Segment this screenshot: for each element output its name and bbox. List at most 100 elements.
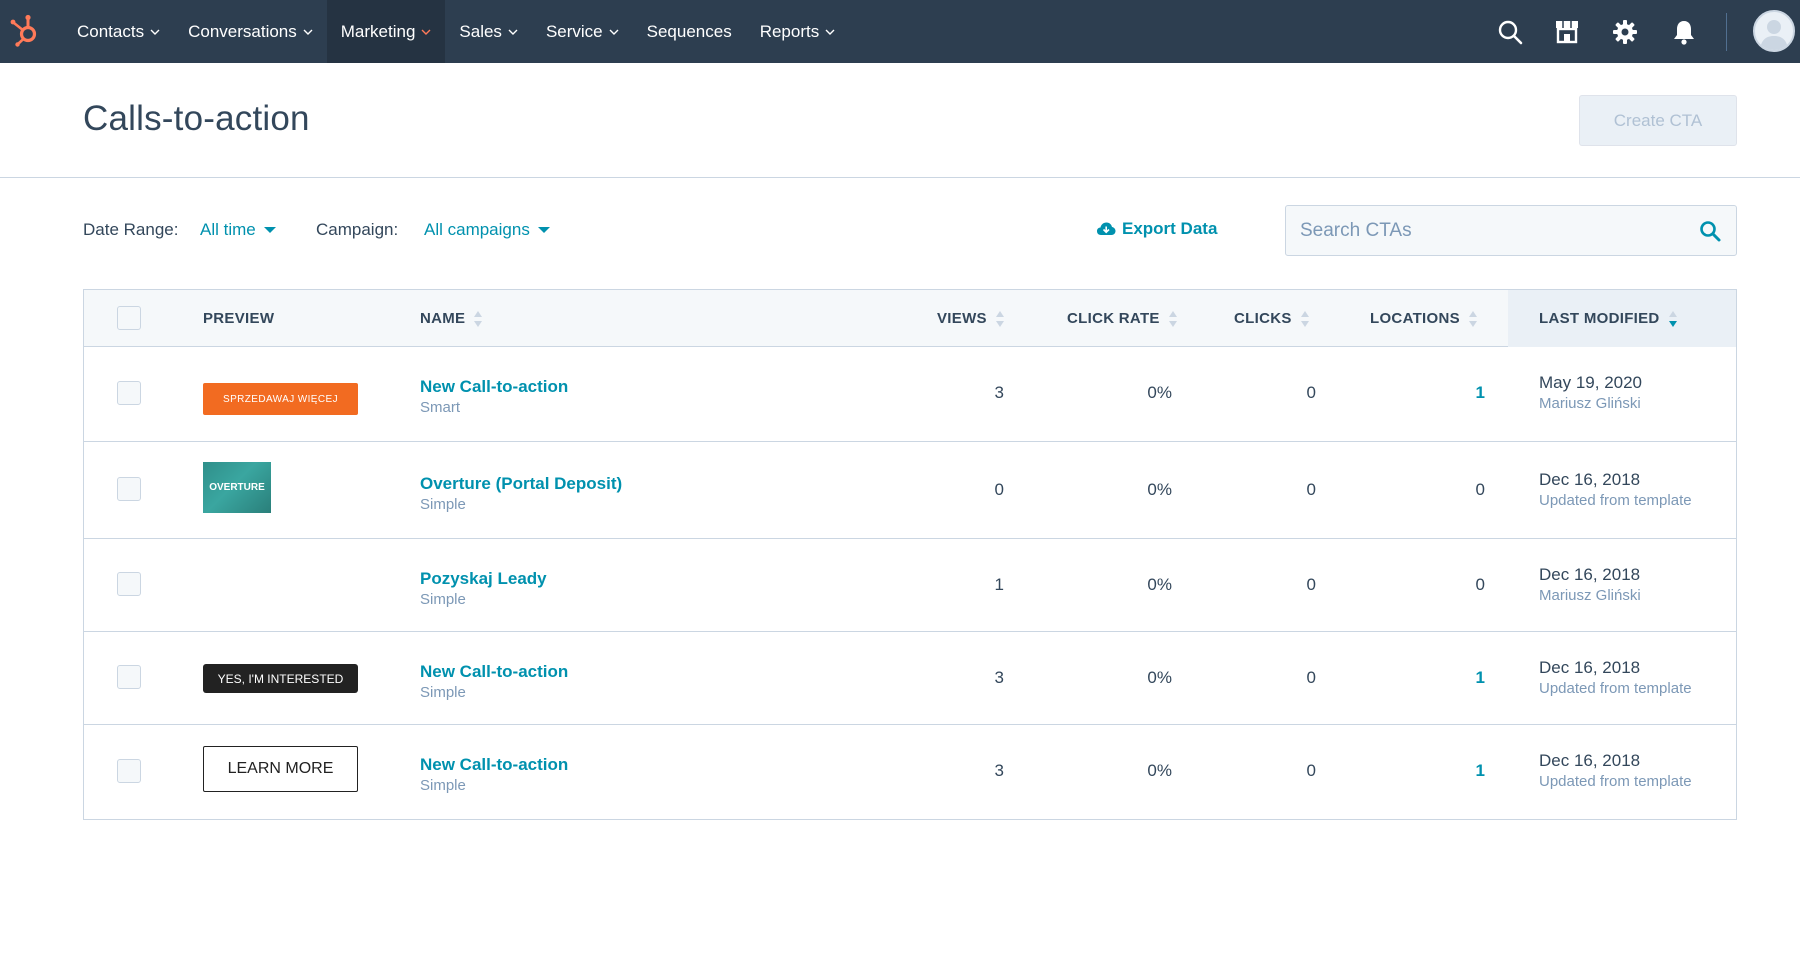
nav-item-label: Conversations <box>188 21 297 41</box>
cta-type: Smart <box>420 399 461 416</box>
modified-by: Mariusz Gliński <box>1539 395 1641 412</box>
locations-link[interactable]: 1 <box>1374 383 1485 403</box>
user-avatar[interactable] <box>1753 10 1795 52</box>
locations-link[interactable]: 1 <box>1374 668 1485 688</box>
nav-divider <box>1726 13 1727 51</box>
cta-preview-text: OVERTURE <box>209 482 265 493</box>
column-label: CLICKS <box>1234 310 1292 327</box>
column-label: VIEWS <box>937 310 987 327</box>
modified-date: May 19, 2020 <box>1539 373 1643 392</box>
clicks-value: 0 <box>1306 668 1316 687</box>
row-checkbox[interactable] <box>117 572 141 596</box>
row-checkbox[interactable] <box>117 381 141 405</box>
sort-icon <box>1468 310 1478 328</box>
cta-type: Simple <box>420 777 466 794</box>
column-header-name[interactable]: NAME <box>420 290 483 347</box>
cta-type: Simple <box>420 591 466 608</box>
create-cta-button[interactable]: Create CTA <box>1579 95 1737 146</box>
search-icon[interactable] <box>1496 18 1524 46</box>
cta-name-cell: New Call-to-action Smart <box>420 377 568 416</box>
sort-icon <box>1300 310 1310 328</box>
caret-down-icon <box>537 227 550 233</box>
nav-item-label: Sales <box>459 21 502 41</box>
modified-by: Updated from template <box>1539 680 1692 697</box>
caret-down-icon <box>263 227 276 233</box>
modified-by: Mariusz Gliński <box>1539 587 1641 604</box>
campaign-label: Campaign: <box>316 220 399 239</box>
column-header-click-rate[interactable]: CLICK RATE <box>1067 290 1178 347</box>
cta-name-link[interactable]: New Call-to-action <box>420 755 568 775</box>
table-row: SPRZEDAWAJ WIĘCEJ New Call-to-action Sma… <box>84 347 1736 442</box>
click-rate-value: 0% <box>1147 383 1172 402</box>
chevron-down-icon <box>421 27 431 37</box>
cta-preview-image[interactable]: OVERTURE <box>203 462 271 513</box>
column-header-views[interactable]: VIEWS <box>937 290 1005 347</box>
cta-preview[interactable]: SPRZEDAWAJ WIĘCEJ <box>203 383 358 415</box>
nav-item-conversations[interactable]: Conversations <box>174 0 327 63</box>
cloud-download-icon <box>1097 222 1116 235</box>
cta-name-link[interactable]: New Call-to-action <box>420 377 568 397</box>
nav-item-label: Contacts <box>77 21 145 41</box>
date-range-dropdown[interactable]: All time <box>200 220 276 240</box>
chevron-down-icon <box>508 27 518 37</box>
modified-date: Dec 16, 2018 <box>1539 751 1641 770</box>
nav-item-contacts[interactable]: Contacts <box>63 0 174 63</box>
last-modified-cell: Dec 16, 2018 Mariusz Gliński <box>1539 565 1641 604</box>
date-range-label: Date Range: <box>83 220 179 239</box>
column-header-locations[interactable]: LOCATIONS <box>1370 290 1478 347</box>
sort-icon <box>995 310 1005 328</box>
cta-name-link[interactable]: Overture (Portal Deposit) <box>420 474 622 494</box>
modified-by: Updated from template <box>1539 492 1692 509</box>
views-value: 1 <box>994 575 1004 594</box>
cta-name-cell: Pozyskaj Leady Simple <box>420 569 547 608</box>
nav-item-label: Sequences <box>646 21 732 41</box>
cta-name-link[interactable]: Pozyskaj Leady <box>420 569 547 589</box>
nav-item-service[interactable]: Service <box>532 0 633 63</box>
hubspot-logo-icon[interactable] <box>6 10 46 50</box>
main-menu: Contacts Conversations Marketing Sales Servi… <box>63 0 849 63</box>
nav-item-sales[interactable]: Sales <box>445 0 532 63</box>
search-input[interactable] <box>1286 206 1686 255</box>
clicks-value: 0 <box>1306 761 1316 780</box>
cta-table: PREVIEW NAME VIEWS CLICK RATE CLICKS LOC… <box>83 289 1737 820</box>
chevron-down-icon <box>825 27 835 37</box>
nav-item-reports[interactable]: Reports <box>746 0 850 63</box>
click-rate-value: 0% <box>1147 761 1172 780</box>
column-header-clicks[interactable]: CLICKS <box>1234 290 1310 347</box>
modified-date: Dec 16, 2018 <box>1539 565 1641 584</box>
page-title: Calls-to-action <box>83 99 310 138</box>
notifications-icon[interactable] <box>1670 18 1698 46</box>
column-header-last-modified[interactable]: LAST MODIFIED <box>1508 290 1736 347</box>
modified-date: Dec 16, 2018 <box>1539 658 1641 677</box>
cta-type: Simple <box>420 496 466 513</box>
cta-preview[interactable]: YES, I'M INTERESTED <box>203 664 358 693</box>
row-checkbox[interactable] <box>117 759 141 783</box>
clicks-value: 0 <box>1306 480 1316 499</box>
row-checkbox[interactable] <box>117 665 141 689</box>
marketplace-icon[interactable] <box>1553 18 1581 46</box>
locations-value: 0 <box>1475 575 1485 594</box>
select-all-checkbox[interactable] <box>117 306 141 330</box>
export-data-label: Export Data <box>1122 219 1218 238</box>
cta-preview[interactable]: LEARN MORE <box>203 746 358 792</box>
views-value: 3 <box>994 383 1004 402</box>
click-rate-value: 0% <box>1147 480 1172 499</box>
views-value: 0 <box>994 480 1004 499</box>
nav-item-marketing[interactable]: Marketing <box>326 0 446 63</box>
last-modified-cell: Dec 16, 2018 Updated from template <box>1539 658 1692 697</box>
export-data-link[interactable]: Export Data <box>1096 219 1217 239</box>
sort-descending-icon <box>1668 310 1678 328</box>
nav-item-label: Reports <box>759 21 820 41</box>
row-checkbox[interactable] <box>117 477 141 501</box>
click-rate-value: 0% <box>1147 668 1172 687</box>
nav-item-sequences[interactable]: Sequences <box>633 0 746 63</box>
last-modified-cell: May 19, 2020 Mariusz Gliński <box>1539 373 1642 412</box>
campaign-dropdown[interactable]: All campaigns <box>424 220 550 240</box>
locations-link[interactable]: 1 <box>1374 761 1485 781</box>
settings-icon[interactable] <box>1611 18 1639 46</box>
cta-name-cell: New Call-to-action Simple <box>420 662 568 701</box>
table-row: YES, I'M INTERESTED New Call-to-action S… <box>84 632 1736 725</box>
column-label: LAST MODIFIED <box>1539 310 1660 327</box>
cta-name-link[interactable]: New Call-to-action <box>420 662 568 682</box>
search-icon[interactable] <box>1698 219 1722 243</box>
